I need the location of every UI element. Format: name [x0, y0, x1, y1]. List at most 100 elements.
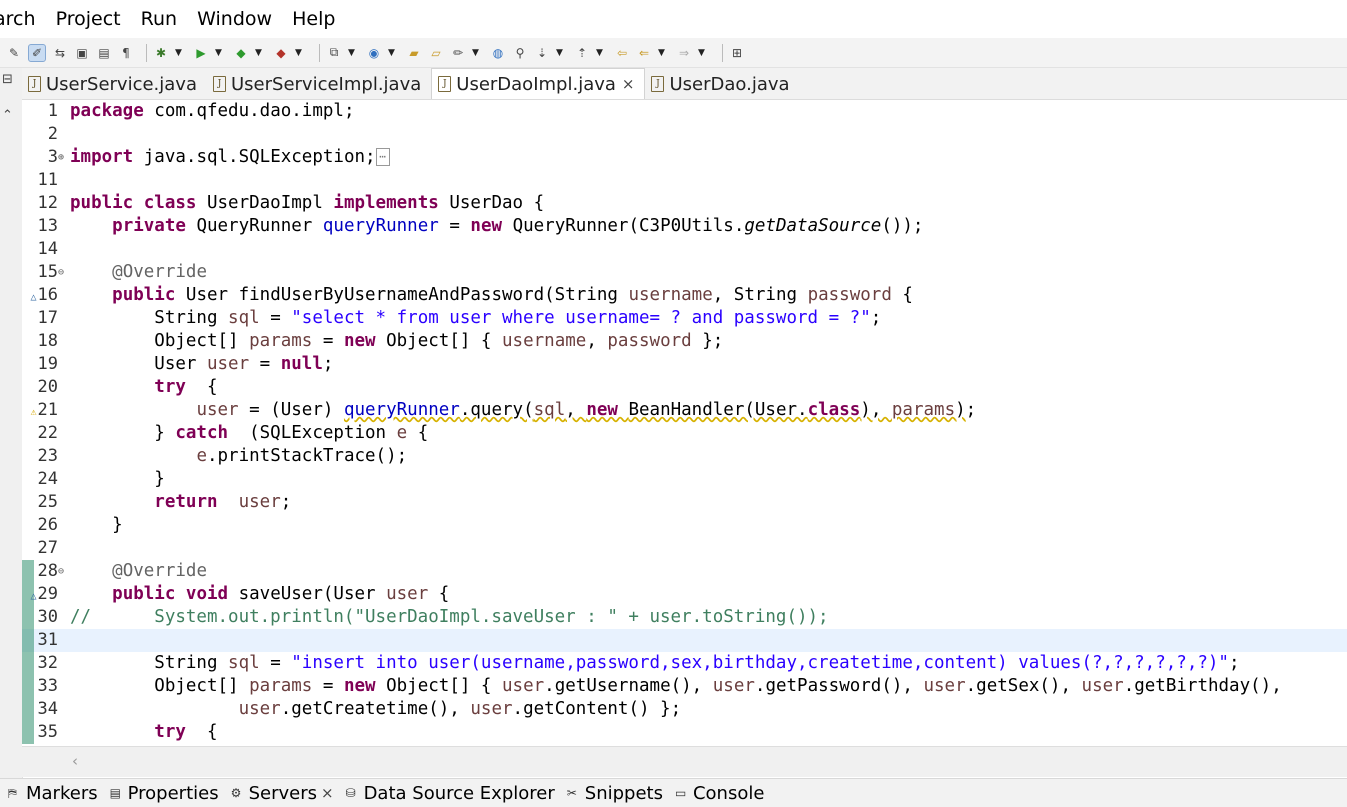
menu-window[interactable]: Window	[197, 0, 272, 38]
code-line[interactable]: 33 Object[] params = new Object[] { user…	[22, 675, 1347, 698]
tab-userservice[interactable]: J UserService.java	[22, 69, 207, 99]
tab-userserviceimpl[interactable]: J UserServiceImpl.java	[207, 69, 431, 99]
code-line[interactable]: 32 String sql = "insert into user(userna…	[22, 652, 1347, 675]
pin-icon[interactable]: ✏	[450, 45, 466, 61]
panel-tab-snippets[interactable]: ✂ Snippets	[559, 779, 667, 807]
code-line[interactable]: 24 }	[22, 468, 1347, 491]
panel-tab-markers[interactable]: ⛿ Markers	[0, 779, 102, 807]
panel-tab-label: Console	[692, 782, 765, 804]
code-line[interactable]: 31	[22, 629, 1347, 652]
code-line[interactable]: 27	[22, 537, 1347, 560]
chevron-down-icon[interactable]: ▼	[175, 48, 185, 58]
code-line[interactable]: 13 private QueryRunner queryRunner = new…	[22, 215, 1347, 238]
horizontal-scrollbar[interactable]: ‹	[22, 746, 1347, 777]
tab-userdao[interactable]: J UserDao.java	[645, 69, 799, 99]
code-line[interactable]: 22 } catch (SQLException e {	[22, 422, 1347, 445]
close-icon[interactable]: ×	[622, 75, 635, 93]
new-class-icon[interactable]: ◉	[366, 45, 382, 61]
chevron-down-icon[interactable]: ▼	[556, 48, 566, 58]
code-line[interactable]: 26 }	[22, 514, 1347, 537]
code-line[interactable]: 17 String sql = "select * from user wher…	[22, 307, 1347, 330]
code-line[interactable]: 28 ⊖ @Override	[22, 560, 1347, 583]
chevron-left-icon[interactable]: ‹	[72, 752, 78, 770]
code-line[interactable]: 11	[22, 169, 1347, 192]
last-edit-icon[interactable]: ⇦	[614, 45, 630, 61]
forward-icon[interactable]: ⇒	[676, 45, 692, 61]
external-tools-icon[interactable]: ◆	[273, 45, 289, 61]
show-whitespace-icon[interactable]: ¶	[118, 45, 134, 61]
code-line[interactable]: 35 try {	[22, 721, 1347, 744]
line-number: 27	[37, 538, 58, 558]
code-line[interactable]: 3 ⊕ import java.sql.SQLException; ⋯	[22, 146, 1347, 169]
line-number: 3	[47, 147, 58, 167]
code-line[interactable]: 1 package com.qfedu.dao.impl;	[22, 100, 1347, 123]
debug-icon[interactable]: ✱	[153, 45, 169, 61]
code-line[interactable]: 18 Object[] params = new Object[] { user…	[22, 330, 1347, 353]
globe-icon[interactable]: ◍	[490, 45, 506, 61]
next-annotation-icon[interactable]: ⇣	[534, 45, 550, 61]
open-type-icon[interactable]: ✎	[6, 45, 22, 61]
collapse-icon[interactable]: ⊖	[58, 560, 68, 583]
menu-project[interactable]: Project	[56, 0, 121, 38]
back-icon[interactable]: ⇐	[636, 45, 652, 61]
mark-occurrences-icon[interactable]: ✐	[28, 43, 46, 62]
code-line[interactable]: △29 public void saveUser(User user {	[22, 583, 1347, 606]
whitespace-icon[interactable]: ▤	[96, 45, 112, 61]
code-line[interactable]: △16 public User findUserByUsernameAndPas…	[22, 284, 1347, 307]
code-line[interactable]: 23 e.printStackTrace();	[22, 445, 1347, 468]
menu-run[interactable]: Run	[141, 0, 177, 38]
line-number: △29	[30, 584, 58, 604]
run-icon[interactable]: ▶	[193, 45, 209, 61]
open-resource-icon[interactable]: ▱	[428, 45, 444, 61]
chevron-down-icon[interactable]: ▼	[255, 48, 265, 58]
menu-search[interactable]: arch	[0, 0, 36, 38]
panel-tab-servers[interactable]: ⚙ Servers ×	[223, 779, 338, 807]
panel-tab-data-source-explorer[interactable]: ⛁ Data Source Explorer	[338, 779, 559, 807]
chevron-down-icon[interactable]: ▼	[348, 48, 358, 58]
code-token: .printStackTrace();	[206, 446, 408, 466]
code-line[interactable]: 25 return user;	[22, 491, 1347, 514]
chevron-down-icon[interactable]: ▼	[215, 48, 225, 58]
folded-imports-icon[interactable]: ⋯	[375, 148, 390, 166]
new-wizard-icon[interactable]: ⧉	[326, 45, 342, 61]
open-folder-icon[interactable]: ▰	[406, 45, 422, 61]
block-selection-icon[interactable]: ▣	[74, 45, 90, 61]
code-editor[interactable]: 1 package com.qfedu.dao.impl; 2 3 ⊕ import ja…	[22, 100, 1347, 746]
code-line[interactable]: 15 ⊖ @Override	[22, 261, 1347, 284]
code-line[interactable]: 34 user.getCreatetime(), user.getContent…	[22, 698, 1347, 721]
code-line[interactable]: 2	[22, 123, 1347, 146]
close-icon[interactable]: ×	[321, 784, 334, 802]
search-icon[interactable]: ⚲	[512, 45, 528, 61]
expand-icon[interactable]: ⊕	[58, 146, 68, 169]
run-server-icon[interactable]: ◆	[233, 45, 249, 61]
code-line[interactable]: 14	[22, 238, 1347, 261]
restore-icon[interactable]: ⊟	[2, 72, 13, 87]
code-line[interactable]: 12 public class UserDaoImpl implements Us…	[22, 192, 1347, 215]
tab-userdaoimpl[interactable]: J UserDaoImpl.java ×	[431, 68, 646, 99]
chevron-down-icon[interactable]: ▼	[472, 48, 482, 58]
code-line[interactable]: 20 try {	[22, 376, 1347, 399]
code-token: user	[386, 584, 429, 604]
menu-help[interactable]: Help	[292, 0, 335, 38]
word-wrap-icon[interactable]: ⇆	[52, 45, 68, 61]
chevron-up-icon[interactable]: ⌃	[2, 108, 13, 123]
open-perspective-icon[interactable]: ⊞	[729, 45, 745, 61]
prev-annotation-icon[interactable]: ⇡	[574, 45, 590, 61]
chevron-down-icon[interactable]: ▼	[295, 48, 305, 58]
code-text: User user = null;	[70, 353, 333, 376]
code-text: @Override	[70, 560, 207, 583]
chevron-down-icon[interactable]: ▼	[596, 48, 606, 58]
override-icon: △	[30, 591, 37, 602]
panel-tab-properties[interactable]: ▤ Properties	[102, 779, 223, 807]
chevron-down-icon[interactable]: ▼	[388, 48, 398, 58]
chevron-down-icon[interactable]: ▼	[658, 48, 668, 58]
code-line[interactable]: ⚠21 user = (User) queryRunner.query(sql,…	[22, 399, 1347, 422]
code-line[interactable]: 30 // System.out.println("UserDaoImpl.sav…	[22, 606, 1347, 629]
code-text: e.printStackTrace();	[70, 445, 407, 468]
collapse-icon[interactable]: ⊖	[58, 261, 68, 284]
panel-tab-console[interactable]: ▭ Console	[667, 779, 768, 807]
chevron-down-icon[interactable]: ▼	[698, 48, 708, 58]
code-line[interactable]: 19 User user = null;	[22, 353, 1347, 376]
code-token: sql	[228, 653, 260, 673]
